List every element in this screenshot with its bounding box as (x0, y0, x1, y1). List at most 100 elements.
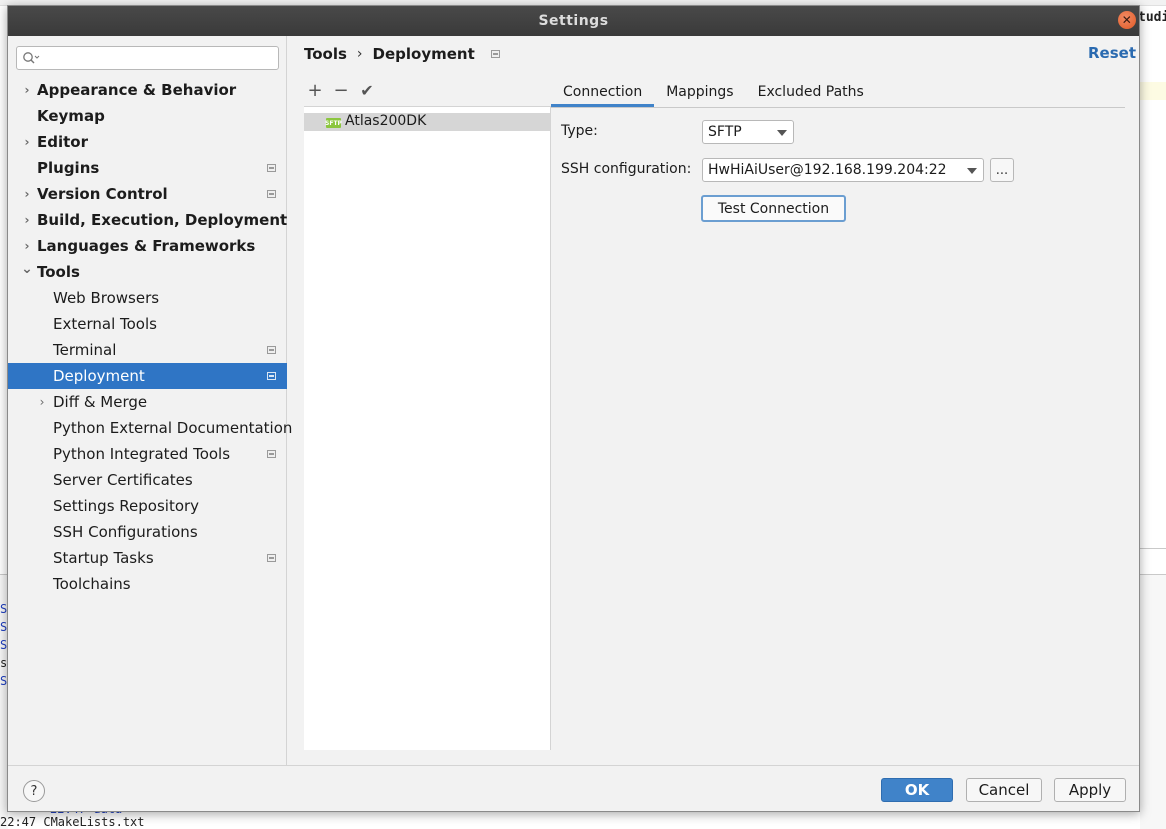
sidebar-item-label: Version Control (37, 185, 168, 203)
breadcrumb-parent[interactable]: Tools (304, 45, 347, 63)
dropdown-arrow-icon (777, 130, 787, 136)
reset-link[interactable]: Reset (1088, 44, 1136, 62)
sidebar-item-web-browsers[interactable]: Web Browsers (8, 285, 287, 311)
sidebar-item-label: Build, Execution, Deployment (37, 211, 288, 229)
sidebar-item-appearance-behavior[interactable]: › Appearance & Behavior (8, 77, 287, 103)
type-select-value: SFTP (708, 124, 742, 140)
sidebar-item-keymap[interactable]: Keymap (8, 103, 287, 129)
sidebar-item-startup-tasks[interactable]: Startup Tasks (8, 545, 287, 571)
sidebar-item-label: External Tools (53, 315, 157, 333)
sidebar-item-label: Python Integrated Tools (53, 445, 231, 463)
server-toolbar: + − ✔ (304, 76, 550, 106)
sidebar-item-version-control[interactable]: › Version Control (8, 181, 287, 207)
plus-icon: + (307, 80, 323, 101)
dialog-title: Settings (538, 13, 609, 29)
project-scope-icon (490, 50, 500, 58)
sidebar-item-build-execution-deployment[interactable]: › Build, Execution, Deployment (8, 207, 288, 233)
sidebar-item-label: Tools (37, 263, 80, 281)
sidebar-item-python-integrated-tools[interactable]: Python Integrated Tools (8, 441, 287, 467)
tab-connection[interactable]: Connection (551, 76, 655, 107)
sidebar-item-label: Startup Tasks (53, 549, 154, 567)
sidebar-item-terminal[interactable]: Terminal (8, 337, 287, 363)
chevron-right-icon[interactable]: › (36, 389, 48, 415)
apply-button[interactable]: Apply (1054, 778, 1126, 802)
tab-mappings[interactable]: Mappings (654, 76, 745, 107)
sidebar-item-label: SSH Configurations (53, 523, 198, 541)
type-select[interactable]: SFTP (702, 120, 794, 144)
project-scope-icon (267, 450, 276, 458)
sidebar-item-deployment[interactable]: Deployment (8, 363, 287, 389)
server-name: Atlas200DK (345, 113, 427, 129)
minus-icon: − (333, 80, 349, 101)
help-icon: ? (30, 783, 38, 799)
sidebar-item-label: Server Certificates (53, 471, 193, 489)
ssh-configuration-select[interactable]: HwHiAiUser@192.168.199.204:22 (702, 158, 984, 182)
remove-server-button[interactable]: − (330, 80, 352, 102)
browse-ssh-configurations-button[interactable]: ... (990, 158, 1014, 182)
sidebar-item-external-tools[interactable]: External Tools (8, 311, 287, 337)
breadcrumb-separator-icon: › (356, 46, 363, 62)
search-input[interactable] (43, 49, 273, 67)
project-scope-icon (267, 372, 276, 380)
sidebar-item-python-external-documentation[interactable]: Python External Documentation (8, 415, 292, 441)
server-list-item[interactable]: SFTP Atlas200DK (304, 113, 550, 131)
sidebar-item-label: Languages & Frameworks (37, 237, 256, 255)
sidebar-item-label: Python External Documentation (53, 419, 293, 437)
settings-dialog: Settings ✕ › Appearance & Behavior Keyma… (7, 5, 1140, 812)
add-server-button[interactable]: + (304, 80, 326, 102)
sidebar-item-plugins[interactable]: Plugins (8, 155, 287, 181)
sidebar-item-label: Diff & Merge (53, 393, 148, 411)
sidebar-item-label: Appearance & Behavior (37, 81, 237, 99)
test-connection-button[interactable]: Test Connection (701, 195, 846, 222)
settings-sidebar: › Appearance & Behavior Keymap › Editor … (8, 36, 292, 765)
sidebar-item-settings-repository[interactable]: Settings Repository (8, 493, 287, 519)
sidebar-item-languages-frameworks[interactable]: › Languages & Frameworks (8, 233, 287, 259)
sidebar-item-label: Editor (37, 133, 88, 151)
sidebar-item-label: Plugins (37, 159, 100, 177)
project-scope-icon (267, 346, 276, 354)
chevron-right-icon[interactable]: › (21, 207, 33, 233)
set-default-server-button[interactable]: ✔ (356, 80, 378, 102)
sidebar-item-ssh-configurations[interactable]: SSH Configurations (8, 519, 287, 545)
close-button[interactable]: ✕ (1118, 11, 1136, 29)
sidebar-item-editor[interactable]: › Editor (8, 129, 287, 155)
breadcrumb: Tools › Deployment (304, 44, 500, 64)
chevron-right-icon[interactable]: › (21, 77, 33, 103)
settings-tree: › Appearance & Behavior Keymap › Editor … (8, 77, 292, 597)
check-icon: ✔ (360, 81, 374, 100)
ok-button[interactable]: OK (881, 778, 953, 802)
type-label: Type: (561, 123, 598, 139)
dialog-titlebar[interactable]: Settings ✕ (8, 6, 1139, 36)
background-terminal-panel-right (1140, 574, 1166, 829)
sidebar-item-label: Deployment (53, 367, 145, 385)
breadcrumb-current: Deployment (372, 45, 475, 63)
cancel-button[interactable]: Cancel (966, 778, 1042, 802)
help-button[interactable]: ? (23, 780, 45, 802)
sidebar-item-toolchains[interactable]: Toolchains (8, 571, 287, 597)
sidebar-item-tools[interactable]: ⌄ Tools (8, 259, 287, 285)
background-title-fragment: tudio (1138, 10, 1166, 25)
sidebar-item-server-certificates[interactable]: Server Certificates (8, 467, 287, 493)
project-scope-icon (267, 190, 276, 198)
project-scope-icon (267, 164, 276, 172)
ssh-configuration-label: SSH configuration: (561, 161, 692, 177)
dropdown-arrow-icon (967, 168, 977, 174)
deployment-tabs: Connection Mappings Excluded Paths (551, 76, 1125, 108)
chevron-right-icon[interactable]: › (21, 129, 33, 155)
project-scope-icon (267, 554, 276, 562)
search-icon (23, 52, 40, 64)
sidebar-item-label: Keymap (37, 107, 105, 125)
chevron-down-icon[interactable]: ⌄ (21, 256, 33, 282)
close-icon: ✕ (1121, 13, 1133, 27)
dialog-footer: ? OK Cancel Apply (8, 765, 1139, 811)
tab-excluded-paths[interactable]: Excluded Paths (746, 76, 876, 107)
ssh-configuration-value: HwHiAiUser@192.168.199.204:22 (708, 162, 947, 178)
background-divider (1140, 548, 1166, 549)
sidebar-item-label: Terminal (53, 341, 117, 359)
sidebar-item-label: Web Browsers (53, 289, 160, 307)
background-line-highlight (1140, 82, 1166, 100)
sftp-icon: SFTP (325, 118, 342, 128)
chevron-right-icon[interactable]: › (21, 181, 33, 207)
sidebar-item-diff-merge[interactable]: › Diff & Merge (8, 389, 287, 415)
search-box[interactable] (16, 46, 279, 70)
